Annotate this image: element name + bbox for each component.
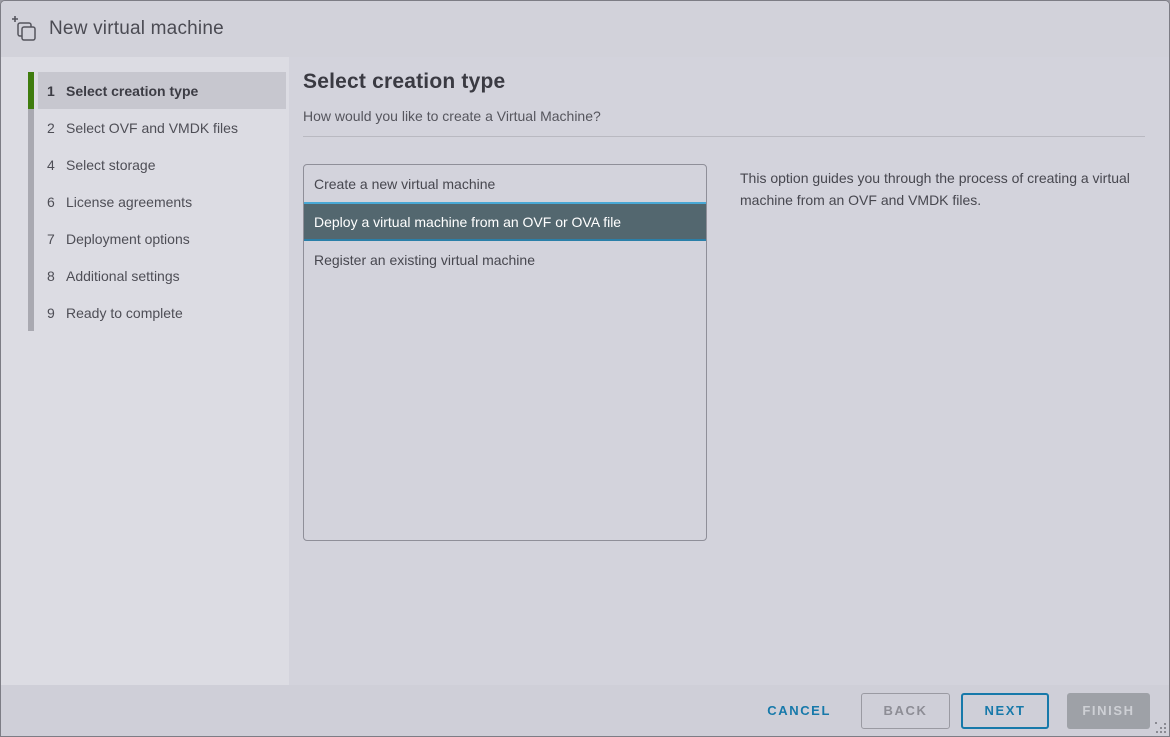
divider (303, 136, 1145, 137)
step-number: 2 (47, 119, 55, 136)
wizard-steps-sidebar: 1 Select creation type 2 Select OVF and … (1, 57, 289, 685)
step-select-ovf-vmdk-files[interactable]: 2 Select OVF and VMDK files (28, 109, 289, 146)
page-subtitle: How would you like to create a Virtual M… (303, 108, 601, 124)
step-additional-settings[interactable]: 8 Additional settings (28, 257, 289, 294)
dialog-body: 1 Select creation type 2 Select OVF and … (1, 57, 1169, 685)
step-progress-bar (28, 294, 34, 331)
option-deploy-from-ovf-ova[interactable]: Deploy a virtual machine from an OVF or … (304, 202, 706, 241)
step-label: Ready to complete (66, 304, 183, 321)
step-label: Select storage (66, 156, 156, 173)
step-progress-bar (28, 109, 34, 146)
step-progress-bar (28, 146, 34, 183)
step-ready-to-complete[interactable]: 9 Ready to complete (28, 294, 289, 331)
page-title: Select creation type (303, 70, 506, 93)
step-number: 4 (47, 156, 55, 173)
step-progress-bar (28, 183, 34, 220)
step-label: Additional settings (66, 267, 180, 284)
step-label: Select creation type (66, 82, 199, 99)
new-vm-icon (12, 16, 36, 41)
step-deployment-options[interactable]: 7 Deployment options (28, 220, 289, 257)
back-button[interactable]: BACK (861, 692, 950, 729)
step-number: 8 (47, 267, 55, 284)
dialog-header: New virtual machine (1, 1, 1169, 57)
step-progress-bar (28, 257, 34, 294)
step-progress-bar (28, 220, 34, 257)
option-register-existing-vm[interactable]: Register an existing virtual machine (304, 241, 706, 278)
resize-grip-icon[interactable] (1155, 722, 1167, 734)
creation-type-listbox: Create a new virtual machine Deploy a vi… (303, 164, 707, 541)
dialog-title: New virtual machine (49, 18, 224, 39)
step-number: 1 (47, 82, 55, 99)
new-vm-wizard-dialog: New virtual machine 1 Select creation ty… (0, 0, 1170, 737)
step-number: 9 (47, 304, 55, 321)
step-select-storage[interactable]: 4 Select storage (28, 146, 289, 183)
option-create-new-vm[interactable]: Create a new virtual machine (304, 165, 706, 202)
option-description: This option guides you through the proce… (740, 170, 1130, 208)
step-progress-bar (28, 72, 34, 109)
step-select-creation-type[interactable]: 1 Select creation type (28, 72, 289, 109)
next-button[interactable]: NEXT (961, 692, 1049, 729)
step-number: 7 (47, 230, 55, 247)
step-label: License agreements (66, 193, 193, 210)
step-label: Select OVF and VMDK files (66, 119, 238, 136)
cancel-button[interactable]: CANCEL (765, 693, 833, 729)
finish-button[interactable]: FINISH (1067, 692, 1150, 729)
wizard-main-pane: Select creation type How would you like … (289, 57, 1169, 685)
step-label: Deployment options (66, 230, 190, 247)
dialog-footer: CANCEL BACK NEXT FINISH (1, 685, 1169, 736)
step-number: 6 (47, 193, 55, 210)
step-license-agreements[interactable]: 6 License agreements (28, 183, 289, 220)
